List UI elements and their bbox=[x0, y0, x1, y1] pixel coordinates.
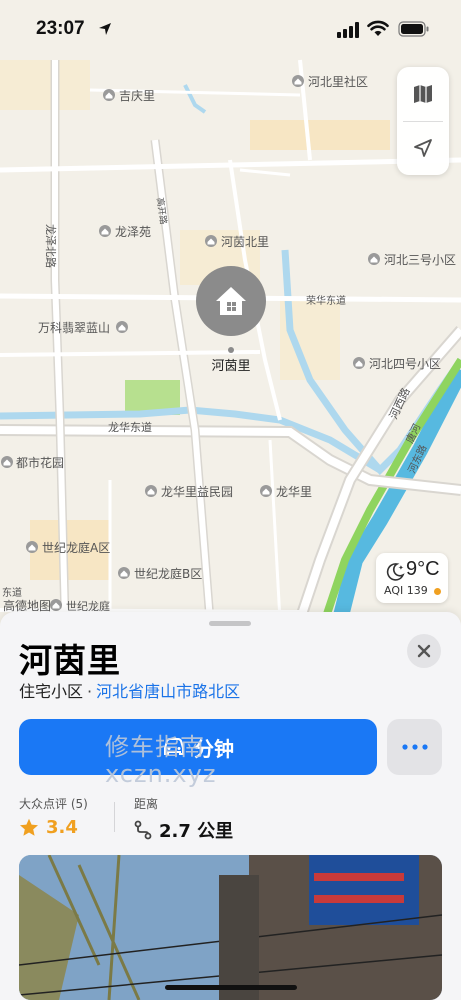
status-bar: 23:07 bbox=[0, 0, 461, 60]
map-attribution: 高德地图 bbox=[3, 598, 51, 613]
photo-image bbox=[19, 855, 442, 1000]
subtitle-separator: · bbox=[87, 682, 93, 701]
map-label-shijilongting-a: 世纪龙庭A区 bbox=[42, 540, 110, 555]
svg-text:✦: ✦ bbox=[398, 564, 404, 572]
map-label-hebei3: 河北三号小区 bbox=[384, 253, 456, 267]
distance-value: 2.7 公里 bbox=[159, 821, 234, 842]
place-subtitle: 住宅小区 · 河北省唐山市路北区 bbox=[19, 678, 240, 702]
road-label-longhuadong: 龙华东道 bbox=[108, 420, 152, 434]
road-label-ronghua: 荣华东道 bbox=[306, 294, 346, 307]
poi-icon bbox=[205, 235, 217, 247]
stats-divider bbox=[114, 802, 115, 832]
cellular-signal-icon bbox=[337, 22, 359, 38]
poi-icon bbox=[118, 567, 130, 579]
directions-label: 分钟 bbox=[194, 736, 234, 761]
map-label-wanke: 万科翡翠蓝山 bbox=[38, 321, 110, 335]
map-layers-icon bbox=[414, 85, 432, 103]
map-canvas[interactable]: 河北里社区 吉庆里 龙泽苑 河茵北里 河北三号小区 万科翡翠蓝山 河北四号小区 … bbox=[0, 0, 461, 620]
map-label-shijilongting-b: 世纪龙庭B区 bbox=[134, 566, 202, 581]
moon-icon: ✦ bbox=[386, 563, 405, 581]
poi-icon bbox=[353, 357, 365, 369]
map-pin-label: 河茵里 bbox=[211, 359, 250, 374]
route-icon bbox=[134, 820, 152, 840]
more-button[interactable] bbox=[387, 719, 442, 775]
locate-me-button[interactable] bbox=[397, 121, 449, 175]
map-label-dushihuayuan: 都市花园 bbox=[16, 455, 64, 470]
sheet-grabber[interactable] bbox=[209, 621, 251, 626]
home-indicator[interactable] bbox=[165, 985, 297, 990]
star-icon bbox=[20, 818, 38, 836]
place-photo[interactable] bbox=[19, 855, 442, 1000]
poi-icon bbox=[103, 89, 115, 101]
distance-label: 距离 bbox=[134, 797, 159, 811]
map-label-hebeili: 河北里社区 bbox=[308, 74, 368, 89]
poi-icon bbox=[1, 456, 13, 468]
weather-temp: 9°C bbox=[406, 558, 440, 580]
place-title: 河茵里 bbox=[19, 641, 121, 680]
map-label-heyinbeili: 河茵北里 bbox=[221, 235, 269, 249]
car-icon bbox=[164, 738, 184, 755]
poi-icon bbox=[26, 541, 38, 553]
place-category: 住宅小区 bbox=[19, 682, 84, 701]
poi-icon bbox=[50, 599, 62, 611]
map-label-hebei4: 河北四号小区 bbox=[369, 357, 441, 371]
poi-icon bbox=[260, 485, 272, 497]
rating-stat[interactable]: 大众点评 (5) 3.4 bbox=[19, 795, 88, 838]
map-label-longhualiyimin: 龙华里益民园 bbox=[161, 485, 233, 499]
map-view[interactable]: 河北里社区 吉庆里 龙泽苑 河茵北里 河北三号小区 万科翡翠蓝山 河北四号小区 … bbox=[0, 0, 461, 620]
poi-icon bbox=[368, 253, 380, 265]
wifi-icon bbox=[367, 20, 389, 36]
map-controls bbox=[397, 67, 449, 175]
poi-icon bbox=[99, 225, 111, 237]
poi-icon bbox=[116, 321, 128, 333]
place-sheet[interactable]: 河茵里 住宅小区 · 河北省唐山市路北区 分钟 修车指南 xczn.xyz 大众点评… bbox=[0, 612, 461, 1000]
weather-widget[interactable]: ✦ 9°C AQI 139 bbox=[376, 553, 448, 603]
status-time: 23:07 bbox=[36, 18, 85, 39]
map-mode-button[interactable] bbox=[397, 67, 449, 121]
rating-label: 大众点评 (5) bbox=[19, 797, 88, 811]
weather-aqi: AQI 139 bbox=[384, 584, 428, 597]
directions-button[interactable]: 分钟 bbox=[19, 719, 377, 775]
navigation-arrow-icon bbox=[99, 23, 111, 35]
distance-stat: 距离 2.7 公里 bbox=[134, 795, 233, 843]
place-address-link[interactable]: 河北省唐山市路北区 bbox=[96, 682, 240, 701]
close-button[interactable] bbox=[407, 634, 441, 668]
rating-value: 3.4 bbox=[46, 817, 78, 838]
battery-icon bbox=[398, 21, 429, 37]
map-label-jiqingli: 吉庆里 bbox=[119, 89, 155, 103]
map-label-shijilongting: 世纪龙庭 bbox=[66, 599, 110, 613]
road-label-dongdao: 东道 bbox=[2, 586, 22, 599]
more-icon bbox=[401, 744, 428, 750]
poi-icon bbox=[292, 75, 304, 87]
location-arrow-icon bbox=[414, 139, 432, 157]
road-label-longzebei: 龙泽北路 bbox=[44, 224, 57, 268]
map-label-longzeyuan: 龙泽苑 bbox=[115, 225, 151, 239]
close-icon bbox=[417, 644, 431, 658]
poi-icon bbox=[145, 485, 157, 497]
map-label-longhuali: 龙华里 bbox=[276, 485, 312, 499]
aqi-status-dot bbox=[434, 588, 441, 595]
